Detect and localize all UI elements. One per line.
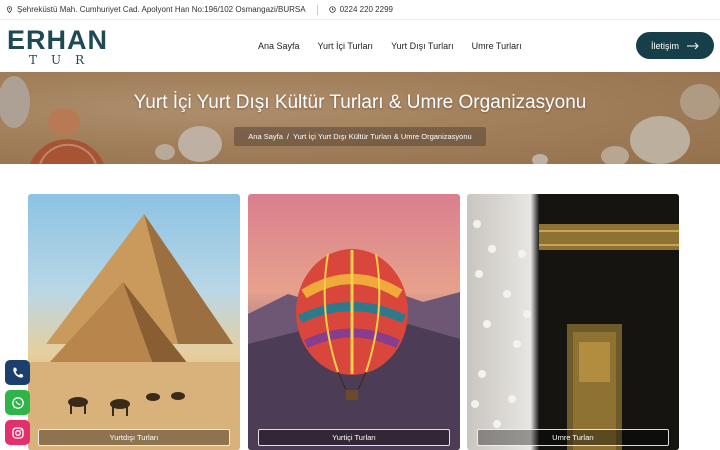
card-button-domestic[interactable]: Yurtiçi Turları [258,429,450,446]
logo-line-2: TUR [29,53,99,67]
address-info: Şehreküstü Mah. Cumhuriyet Cad. Apolyont… [6,5,306,14]
phone-info[interactable]: 0224 220 2299 [328,5,393,14]
floating-phone-button[interactable] [5,360,30,385]
arrow-right-icon [687,42,699,49]
nav-item-domestic-tours[interactable]: Yurt İçi Turları [318,41,374,51]
site-logo[interactable]: ERHAN TUR [7,25,109,68]
breadcrumb-current: Yurt İçi Yurt Dışı Kültür Turları & Umre… [293,132,472,141]
divider [316,4,318,15]
hot-air-balloon-image [248,249,460,450]
clock-icon [328,6,336,13]
pyramid-image [28,214,240,450]
main-nav: Ana Sayfa Yurt İçi Turları Yurt Dışı Tur… [258,20,522,72]
phone-icon [12,367,23,378]
phone-text[interactable]: 0224 220 2299 [340,5,393,14]
card-button-international[interactable]: Yurtdışı Turları [38,429,230,446]
page-title: Yurt İçi Yurt Dışı Kültür Turları & Umre… [133,92,587,113]
tour-card-domestic[interactable]: Yurtiçi Turları [248,194,460,450]
contact-button[interactable]: İletişim [636,32,714,59]
top-info-bar: Şehreküstü Mah. Cumhuriyet Cad. Apolyont… [0,0,720,20]
whatsapp-icon [11,396,24,409]
nav-item-international-tours[interactable]: Yurt Dışı Turları [391,41,454,51]
floating-whatsapp-button[interactable] [5,390,30,415]
card-button-umrah[interactable]: Umre Turları [477,429,669,446]
kaaba-image [471,194,679,450]
floating-instagram-button[interactable] [5,420,30,445]
breadcrumb-home[interactable]: Ana Sayfa [248,132,283,141]
contact-button-label: İletişim [650,40,679,51]
address-text: Şehreküstü Mah. Cumhuriyet Cad. Apolyont… [17,5,306,14]
location-pin-icon [7,6,12,13]
instagram-icon [11,426,24,439]
site-header: ERHAN TUR Ana Sayfa Yurt İçi Turları Yur… [0,20,720,72]
nav-item-umrah-tours[interactable]: Umre Turları [472,41,522,51]
breadcrumb: Ana Sayfa / Yurt İçi Yurt Dışı Kültür Tu… [234,127,486,146]
breadcrumb-separator: / [286,132,289,141]
logo-line-1: ERHAN [7,25,109,55]
hero-overlay [0,72,720,164]
tour-card-umrah[interactable]: Umre Turları [467,194,679,450]
page-hero-banner: Yurt İçi Yurt Dışı Kültür Turları & Umre… [0,72,720,164]
nav-item-home[interactable]: Ana Sayfa [258,41,300,51]
tour-card-international[interactable]: Yurtdışı Turları [28,194,240,450]
